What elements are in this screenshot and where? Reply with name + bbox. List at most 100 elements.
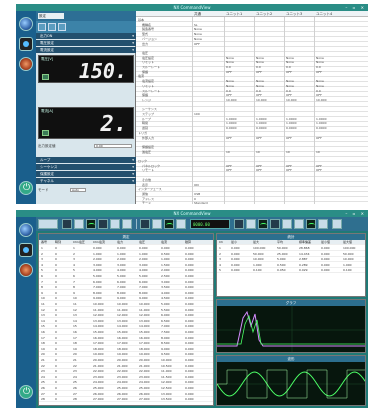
table-row[interactable]: 17 0 17 16.000 16.000 16.000 8.000 0.000: [39, 336, 213, 341]
table-row[interactable]: 6 0 6 5.000 5.000 5.000 2.500 0.000: [39, 274, 213, 279]
tool-button[interactable]: [62, 219, 72, 229]
tool-button[interactable]: [234, 219, 244, 229]
tool-button[interactable]: [48, 23, 56, 31]
tool-button[interactable]: [318, 219, 328, 229]
table-row[interactable]: 1 0.000 100.000 50.000 28.868 0.000 100.000: [217, 246, 365, 251]
tool-button[interactable]: [332, 219, 342, 229]
table-row[interactable]: 2 0 2 1.000 1.000 1.000 0.500 0.000: [39, 252, 213, 257]
tool-button[interactable]: [74, 219, 84, 229]
meter-icon[interactable]: [19, 263, 33, 277]
table-row[interactable]: 3 0 3 2.000 2.000 2.000 1.000 0.000: [39, 257, 213, 263]
section-loop[interactable]: ループ ▾: [36, 157, 136, 163]
tool-button[interactable]: [282, 219, 292, 229]
table-row[interactable]: 4 0 4 3.000 3.000 3.000 1.500 0.000: [39, 263, 213, 268]
window-controls[interactable]: – ▫ ✕: [345, 5, 366, 10]
table-row[interactable]: 9 0 9 8.000 8.000 8.000 4.000 0.000: [39, 291, 213, 296]
tool-button[interactable]: [140, 219, 150, 229]
table-row[interactable]: 11 0 11 10.000 10.000 10.000 5.000 0.000: [39, 302, 213, 307]
table-cell: 7.000: [93, 285, 102, 290]
tool-button[interactable]: [98, 219, 108, 229]
table-cell: 0.000: [185, 341, 194, 346]
waveform-icon[interactable]: [258, 219, 268, 229]
table-cell: 19.000: [139, 352, 150, 357]
table-row[interactable]: 21 0 21 20.000 20.000 20.000 10.000 0.000: [39, 358, 213, 363]
table-cell: 27.000: [93, 397, 104, 402]
title-bar: NX CommandView – ▫ ✕: [16, 210, 368, 217]
table-row[interactable]: 1 0 1 0.000 0.000 0.000 0.000 0.000: [39, 246, 213, 251]
meter-icon[interactable]: [19, 57, 33, 71]
table-row[interactable]: 20 0 20 19.000 19.000 19.000 9.500 0.000: [39, 352, 213, 358]
waveform-icon[interactable]: [86, 219, 96, 229]
table-cell: 14.000: [139, 324, 150, 329]
tool-button[interactable]: [152, 219, 162, 229]
table-row[interactable]: 18 0 18 17.000 17.000 17.000 8.500 0.000: [39, 341, 213, 347]
tool-button[interactable]: [38, 23, 46, 31]
table-row[interactable]: 2 0.000 50.000 25.000 14.434 0.000 50.000: [217, 252, 365, 257]
table-row[interactable]: 5 0.000 0.100 0.050 0.029 0.000 0.100: [217, 268, 365, 274]
table-cell: 4: [73, 262, 75, 267]
table-row[interactable]: 8 0 8 7.000 7.000 7.000 3.500 0.000: [39, 285, 213, 291]
section-sequence[interactable]: シーケンス ▾: [36, 164, 136, 170]
table-row[interactable]: 16 0 16 15.000 15.000 15.000 7.500 0.000: [39, 330, 213, 335]
table-row[interactable]: 19 0 19 18.000 18.000 18.000 9.000 0.000: [39, 347, 213, 352]
camera-icon[interactable]: [19, 37, 33, 51]
current-up-button[interactable]: [42, 130, 49, 136]
table-cell: 4.000: [139, 268, 148, 273]
section-current[interactable]: 電流設定 ▾: [36, 47, 136, 53]
table-cell: 7: [41, 279, 43, 284]
screenshot-measurement-view: NX CommandView – ▫ ✕ 0000.00 測定 番号時刻: [16, 210, 368, 408]
table-row[interactable]: 4 0.000 1.000 0.500 0.289 0.000 1.000: [217, 263, 365, 268]
table-row[interactable]: 26 0 26 25.000 25.000 25.000 12.500 0.000: [39, 386, 213, 391]
section-label: 電圧設定: [40, 41, 54, 45]
chevron-down-icon: ▾: [132, 165, 134, 169]
table-cell: 12.000: [117, 313, 128, 318]
section-channel[interactable]: チャネル ▾: [36, 178, 136, 184]
setting-field[interactable]: 0.00: [94, 144, 132, 148]
section-protection[interactable]: 保護設定 ▾: [36, 171, 136, 177]
voltage-up-button[interactable]: [42, 74, 49, 80]
table-row[interactable]: 22 0 22 21.000 21.000 21.000 10.500 0.000: [39, 364, 213, 369]
table-cell: 1.000: [253, 262, 262, 267]
table-row[interactable]: 15 0 15 14.000 14.000 14.000 7.000 0.000: [39, 324, 213, 330]
section-voltage[interactable]: 電圧設定 ▾: [36, 40, 136, 46]
tool-button[interactable]: [110, 219, 120, 229]
camera-icon[interactable]: [19, 243, 33, 257]
table-cell: 3.000: [139, 262, 148, 267]
toolbar-readout: 0000.00: [190, 219, 230, 229]
table-row[interactable]: 10 0 10 9.000 9.000 9.000 4.500 0.000: [39, 296, 213, 302]
mode-button[interactable]: [38, 219, 58, 229]
section-output[interactable]: 出力ON ▾: [36, 33, 136, 39]
control-panel: 設定 出力ON ▾ 電圧設定 ▾ 電流設定 ▾ 電圧[V] 150. 電流[A] 2.…: [36, 11, 136, 204]
table-cell: 12.500: [161, 386, 172, 390]
power-icon[interactable]: [19, 385, 33, 399]
table-row[interactable]: 24 0 24 23.000 23.000 23.000 11.500 0.000: [39, 375, 213, 380]
window-controls[interactable]: – ▫ ✕: [345, 211, 366, 216]
globe-icon[interactable]: [19, 17, 33, 31]
table-cell: 1: [73, 246, 75, 250]
table-row[interactable]: 7 0 7 6.000 6.000 6.000 3.000 0.000: [39, 280, 213, 285]
waveform-icon[interactable]: [306, 219, 316, 229]
tool-button[interactable]: [246, 219, 256, 229]
waveform-icon[interactable]: [164, 219, 174, 229]
table-row[interactable]: 27 0 27 26.000 26.000 26.000 13.000 0.000: [39, 392, 213, 397]
tool-button[interactable]: [176, 219, 186, 229]
tool-button[interactable]: [122, 219, 132, 229]
globe-icon[interactable]: [19, 223, 33, 237]
tool-button[interactable]: [270, 219, 280, 229]
table-row[interactable]: 28 0 28 27.000 27.000 27.000 13.500 0.000: [39, 397, 213, 403]
tab-settings[interactable]: 設定: [38, 13, 64, 19]
table-row[interactable]: 13 0 13 12.000 12.000 12.000 6.000 0.000: [39, 313, 213, 319]
power-icon[interactable]: [19, 181, 33, 195]
table-row[interactable]: 23 0 23 22.000 22.000 22.000 11.000 0.000: [39, 369, 213, 375]
tool-button[interactable]: [58, 23, 66, 31]
table-row[interactable]: 25 0 25 24.000 24.000 24.000 12.000 0.000: [39, 380, 213, 386]
table-row[interactable]: 5 0 5 4.000 4.000 4.000 2.000 0.000: [39, 268, 213, 274]
table-cell: 0.000: [185, 346, 194, 351]
table-row[interactable]: 3 0.000 10.000 5.000 2.887 0.000 10.000: [217, 257, 365, 263]
tool-button[interactable]: [294, 219, 304, 229]
table-row[interactable]: 12 0 12 11.000 11.000 11.000 5.500 0.000: [39, 308, 213, 313]
table-cell: 20: [73, 352, 77, 357]
table-row[interactable]: モード Standard: [136, 201, 368, 204]
table-row[interactable]: 14 0 14 13.000 13.000 13.000 6.500 0.000: [39, 319, 213, 324]
mode-field[interactable]: Auto: [70, 188, 86, 192]
